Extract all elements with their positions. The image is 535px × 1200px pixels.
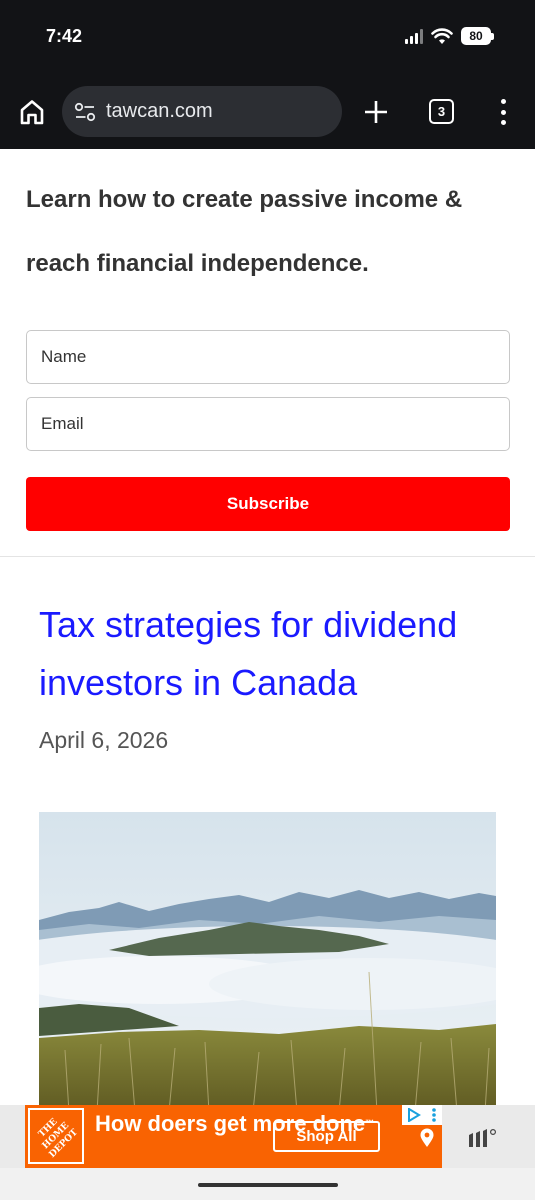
- url-text[interactable]: tawcan.com: [106, 100, 213, 123]
- page-content: Learn how to create passive income & rea…: [0, 149, 535, 1105]
- tab-switcher-icon[interactable]: 3: [429, 99, 454, 124]
- shop-all-button[interactable]: Shop All: [273, 1121, 380, 1152]
- name-field[interactable]: [26, 330, 510, 384]
- newsletter-signup: Learn how to create passive income & rea…: [0, 149, 535, 557]
- gesture-bar[interactable]: [198, 1183, 338, 1187]
- signal-icon: [405, 28, 423, 44]
- post-title-link[interactable]: Tax strategies for dividend investors in…: [39, 596, 499, 712]
- adchoices-icon[interactable]: [402, 1105, 442, 1125]
- post-featured-image[interactable]: [39, 812, 496, 1105]
- battery-indicator: 80: [461, 27, 494, 45]
- ad-banner[interactable]: THE HOME DEPOT How doers get more done™ …: [0, 1105, 535, 1168]
- home-icon[interactable]: [17, 97, 47, 127]
- plus-icon[interactable]: [362, 98, 390, 126]
- email-field[interactable]: [26, 397, 510, 451]
- url-bar[interactable]: tawcan.com: [62, 86, 342, 137]
- tab-count: 3: [437, 104, 446, 119]
- location-pin-icon[interactable]: [419, 1128, 435, 1148]
- site-settings-icon[interactable]: [74, 102, 96, 122]
- browser-chrome: 7:42 80 tawcan.com 3: [0, 0, 535, 149]
- battery-level: 80: [469, 29, 483, 43]
- more-vert-icon[interactable]: [496, 99, 510, 125]
- status-icons: 80: [405, 27, 494, 45]
- subscribe-button[interactable]: Subscribe: [26, 477, 510, 531]
- post-date: April 6, 2026: [39, 727, 169, 753]
- home-depot-logo: THE HOME DEPOT: [28, 1108, 84, 1164]
- system-nav-area: [0, 1168, 535, 1200]
- signup-heading: Learn how to create passive income & rea…: [26, 186, 463, 277]
- status-time: 7:42: [46, 26, 83, 46]
- ad-creative[interactable]: THE HOME DEPOT How doers get more done™ …: [25, 1105, 442, 1168]
- wifi-icon: [431, 27, 453, 44]
- ad-network-icon: [469, 1128, 497, 1147]
